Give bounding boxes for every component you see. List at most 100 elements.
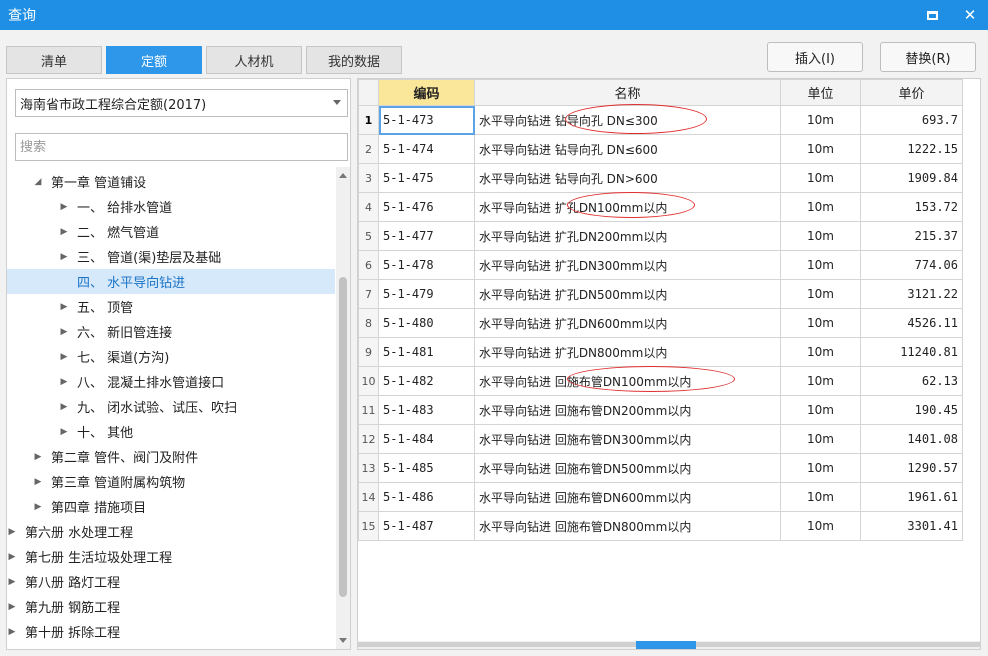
- unit-cell[interactable]: 10m: [780, 134, 861, 164]
- tree-node[interactable]: ▶ 第三章 管道附属构筑物: [7, 469, 335, 494]
- row-number-cell[interactable]: 7: [358, 279, 379, 309]
- tree-node[interactable]: ◢ 第一章 管道铺设: [7, 169, 335, 194]
- collapsed-triangle-icon[interactable]: ▶: [7, 527, 19, 537]
- tree-node[interactable]: ▶ 第二章 管件、阀门及附件: [7, 444, 335, 469]
- name-cell[interactable]: 水平导向钻进 回施布管DN600mm以内: [474, 482, 781, 512]
- tree-node[interactable]: ▶ 第九册 钢筋工程: [7, 594, 335, 619]
- code-cell[interactable]: 5-1-478: [378, 250, 475, 280]
- name-cell[interactable]: 水平导向钻进 扩孔DN100mm以内: [474, 192, 781, 222]
- tree-node[interactable]: ▶ 八、 混凝土排水管道接口: [7, 369, 335, 394]
- tree-node[interactable]: ▶ 六、 新旧管连接: [7, 319, 335, 344]
- collapsed-triangle-icon[interactable]: ▶: [7, 577, 19, 587]
- unit-cell[interactable]: 10m: [780, 453, 861, 483]
- name-cell[interactable]: 水平导向钻进 回施布管DN100mm以内: [474, 366, 781, 396]
- unit-cell[interactable]: 10m: [780, 163, 861, 193]
- library-select[interactable]: 海南省市政工程综合定额(2017): [15, 89, 348, 117]
- code-cell[interactable]: 5-1-477: [378, 221, 475, 251]
- tree-node[interactable]: ▶ 五、 顶管: [7, 294, 335, 319]
- code-cell[interactable]: 5-1-480: [378, 308, 475, 338]
- unit-cell[interactable]: 10m: [780, 482, 861, 512]
- code-cell[interactable]: 5-1-479: [378, 279, 475, 309]
- name-cell[interactable]: 水平导向钻进 回施布管DN500mm以内: [474, 453, 781, 483]
- unit-cell[interactable]: 10m: [780, 308, 861, 338]
- price-cell[interactable]: 3301.41: [860, 511, 963, 541]
- h-scroll-thumb[interactable]: [636, 641, 696, 649]
- price-cell[interactable]: 1909.84: [860, 163, 963, 193]
- code-cell[interactable]: 5-1-484: [378, 424, 475, 454]
- scroll-up-icon[interactable]: [339, 173, 347, 178]
- code-cell[interactable]: 5-1-485: [378, 453, 475, 483]
- table-row[interactable]: 5 5-1-477 水平导向钻进 扩孔DN200mm以内 10m 215.37: [358, 221, 963, 251]
- collapsed-triangle-icon[interactable]: ▶: [57, 377, 71, 387]
- unit-cell[interactable]: 10m: [780, 395, 861, 425]
- name-cell[interactable]: 水平导向钻进 扩孔DN600mm以内: [474, 308, 781, 338]
- collapsed-triangle-icon[interactable]: ▶: [57, 427, 71, 437]
- unit-cell[interactable]: 10m: [780, 366, 861, 396]
- name-cell[interactable]: 水平导向钻进 扩孔DN200mm以内: [474, 221, 781, 251]
- unit-cell[interactable]: 10m: [780, 337, 861, 367]
- tree-node[interactable]: ▶ 三、 管道(渠)垫层及基础: [7, 244, 335, 269]
- code-cell[interactable]: 5-1-486: [378, 482, 475, 512]
- tree-node[interactable]: ▶ 一、 给排水管道: [7, 194, 335, 219]
- price-cell[interactable]: 190.45: [860, 395, 963, 425]
- collapsed-triangle-icon[interactable]: ▶: [57, 402, 71, 412]
- row-number-cell[interactable]: 4: [358, 192, 379, 222]
- table-row[interactable]: 4 5-1-476 水平导向钻进 扩孔DN100mm以内 10m 153.72: [358, 192, 963, 222]
- collapsed-triangle-icon[interactable]: ▶: [31, 502, 45, 512]
- row-number-cell[interactable]: 5: [358, 221, 379, 251]
- table-row[interactable]: 1 5-1-473 水平导向钻进 钻导向孔 DN≤300 10m 693.7: [358, 104, 963, 135]
- collapsed-triangle-icon[interactable]: ▶: [7, 627, 19, 637]
- name-cell[interactable]: 水平导向钻进 回施布管DN800mm以内: [474, 511, 781, 541]
- collapsed-triangle-icon[interactable]: ▶: [57, 352, 71, 362]
- price-cell[interactable]: 11240.81: [860, 337, 963, 367]
- price-cell[interactable]: 4526.11: [860, 308, 963, 338]
- code-cell[interactable]: 5-1-481: [378, 337, 475, 367]
- tree-node[interactable]: ▶ 九、 闭水试验、试压、吹扫: [7, 394, 335, 419]
- table-row[interactable]: 9 5-1-481 水平导向钻进 扩孔DN800mm以内 10m 11240.81: [358, 337, 963, 367]
- name-cell[interactable]: 水平导向钻进 钻导向孔 DN≤300: [474, 104, 781, 135]
- code-cell[interactable]: 5-1-482: [378, 366, 475, 396]
- row-number-cell[interactable]: 11: [358, 395, 379, 425]
- unit-cell[interactable]: 10m: [780, 192, 861, 222]
- code-cell[interactable]: 5-1-483: [378, 395, 475, 425]
- code-cell[interactable]: 5-1-473: [378, 105, 475, 135]
- tree-scrollbar[interactable]: [336, 167, 350, 649]
- table-row[interactable]: 14 5-1-486 水平导向钻进 回施布管DN600mm以内 10m 1961.61: [358, 482, 963, 512]
- collapsed-triangle-icon[interactable]: ▶: [7, 552, 19, 562]
- unit-cell[interactable]: 10m: [780, 279, 861, 309]
- price-column-header[interactable]: 单价: [860, 79, 963, 106]
- collapsed-triangle-icon[interactable]: ▶: [57, 252, 71, 262]
- row-number-cell[interactable]: 2: [358, 134, 379, 164]
- tab-rencaiji[interactable]: 人材机: [206, 46, 302, 74]
- tree-node[interactable]: ▶ 七、 渠道(方沟): [7, 344, 335, 369]
- name-cell[interactable]: 水平导向钻进 扩孔DN500mm以内: [474, 279, 781, 309]
- row-number-cell[interactable]: 3: [358, 163, 379, 193]
- price-cell[interactable]: 774.06: [860, 250, 963, 280]
- collapsed-triangle-icon[interactable]: ▶: [57, 227, 71, 237]
- name-cell[interactable]: 水平导向钻进 钻导向孔 DN>600: [474, 163, 781, 193]
- name-cell[interactable]: 水平导向钻进 钻导向孔 DN≤600: [474, 134, 781, 164]
- unit-cell[interactable]: 10m: [780, 250, 861, 280]
- collapsed-triangle-icon[interactable]: ▶: [31, 477, 45, 487]
- price-cell[interactable]: 1222.15: [860, 134, 963, 164]
- name-column-header[interactable]: 名称: [474, 79, 781, 106]
- row-number-cell[interactable]: 1: [358, 105, 379, 135]
- table-row[interactable]: 3 5-1-475 水平导向钻进 钻导向孔 DN>600 10m 1909.84: [358, 163, 963, 193]
- collapsed-triangle-icon[interactable]: ▶: [7, 602, 19, 612]
- collapsed-triangle-icon[interactable]: ▶: [57, 202, 71, 212]
- code-cell[interactable]: 5-1-475: [378, 163, 475, 193]
- collapsed-triangle-icon[interactable]: ▶: [31, 452, 45, 462]
- table-row[interactable]: 2 5-1-474 水平导向钻进 钻导向孔 DN≤600 10m 1222.15: [358, 134, 963, 164]
- name-cell[interactable]: 水平导向钻进 扩孔DN800mm以内: [474, 337, 781, 367]
- table-row[interactable]: 8 5-1-480 水平导向钻进 扩孔DN600mm以内 10m 4526.11: [358, 308, 963, 338]
- row-number-cell[interactable]: 13: [358, 453, 379, 483]
- insert-button[interactable]: 插入(I): [767, 42, 863, 72]
- tree-node[interactable]: ▶ 第八册 路灯工程: [7, 569, 335, 594]
- collapsed-triangle-icon[interactable]: ▶: [57, 327, 71, 337]
- row-number-cell[interactable]: 8: [358, 308, 379, 338]
- tree-node[interactable]: ▶ 第四章 措施项目: [7, 494, 335, 519]
- maximize-button[interactable]: [922, 5, 942, 25]
- table-row[interactable]: 11 5-1-483 水平导向钻进 回施布管DN200mm以内 10m 190.45: [358, 395, 963, 425]
- price-cell[interactable]: 3121.22: [860, 279, 963, 309]
- tree-node[interactable]: ▶ 第十册 拆除工程: [7, 619, 335, 644]
